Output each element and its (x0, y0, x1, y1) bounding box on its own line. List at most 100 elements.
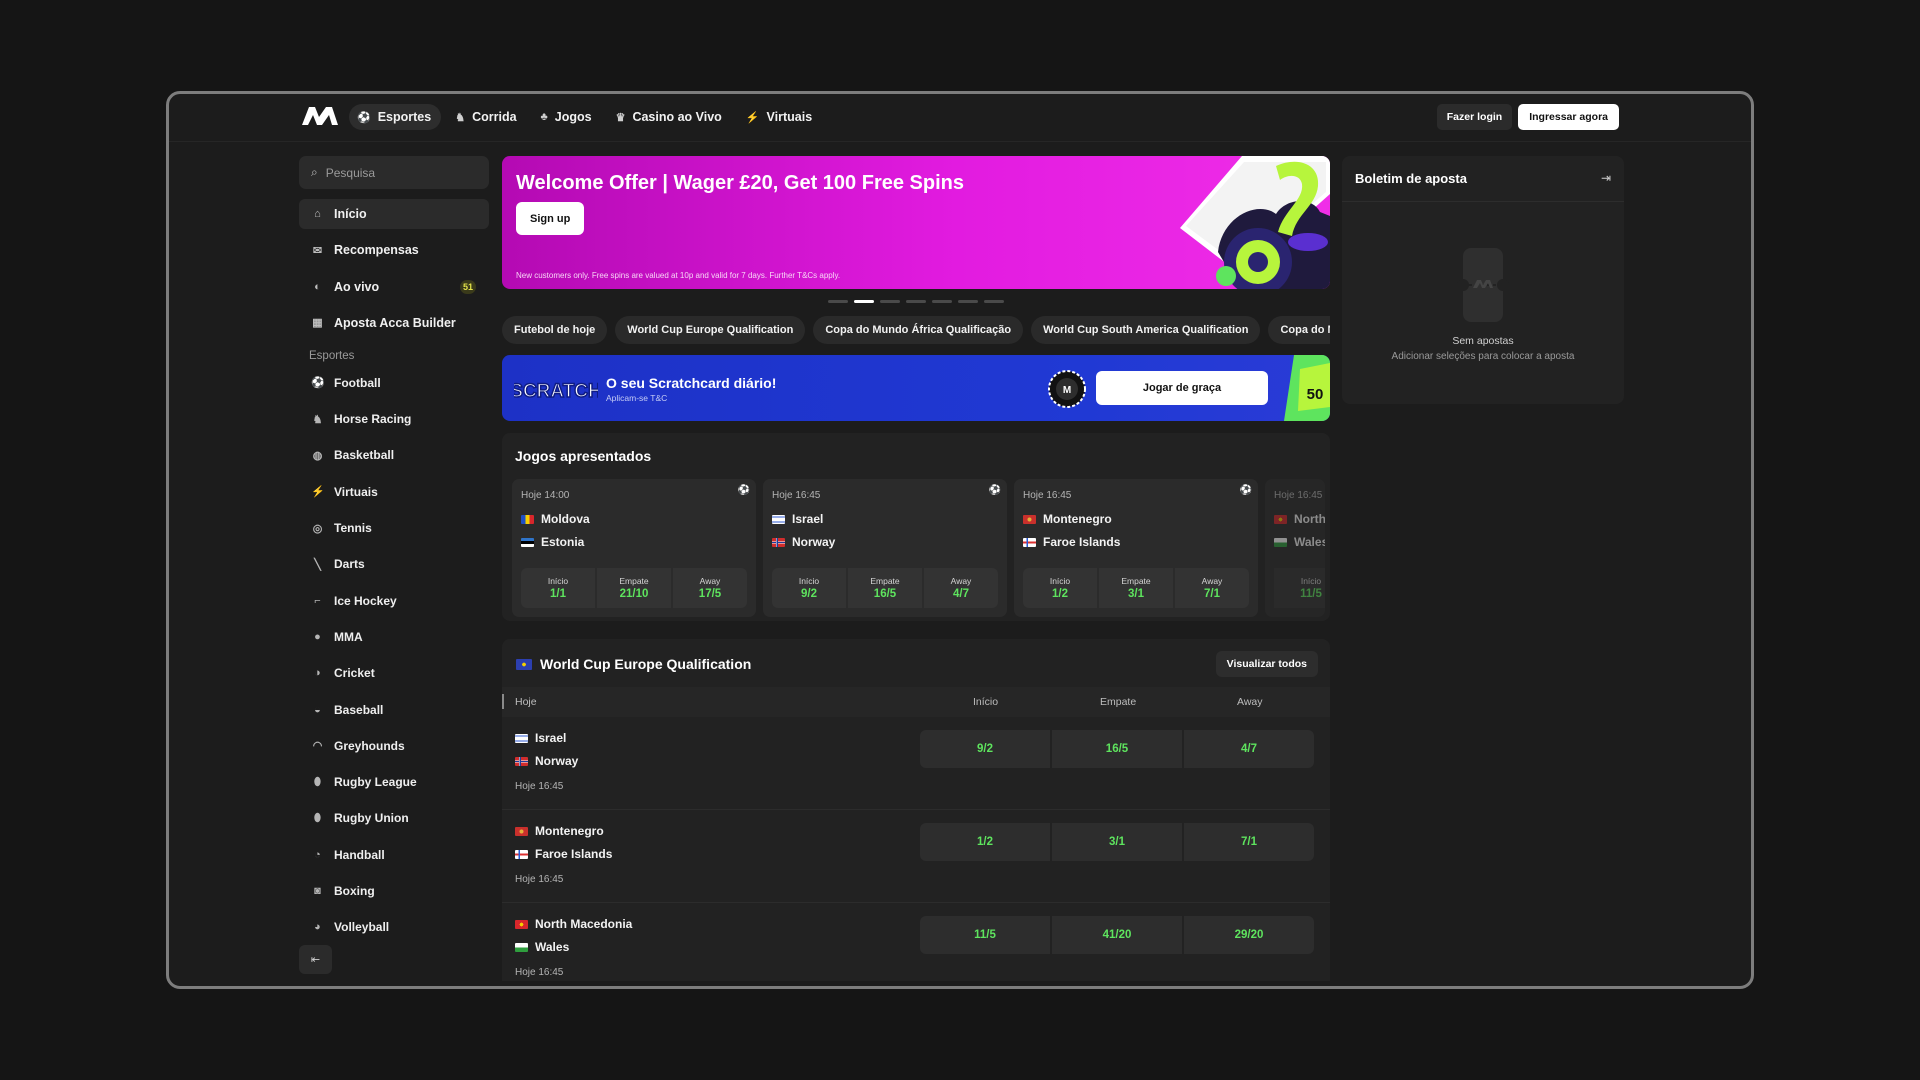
sidebar-item-inicio[interactable]: ⌂ Início (299, 199, 489, 229)
sidebar-item-greyhounds[interactable]: ◠ Greyhounds (299, 731, 489, 761)
odds-away-button[interactable]: 29/20 (1184, 916, 1314, 954)
sidebar-item-rugby-league[interactable]: ⬮ Rugby League (299, 767, 489, 797)
featured-match-card[interactable]: Hoje 16:45 North Macedonia Wales Início 1… (1265, 479, 1325, 617)
team-home: Israel (772, 512, 823, 526)
odds-home-button[interactable]: Início 1/2 (1023, 568, 1097, 608)
login-button[interactable]: Fazer login (1436, 104, 1513, 130)
odds-value: 11/5 (1300, 588, 1322, 600)
scratchcard-banner[interactable]: SCRATCH O seu Scratchcard diário! Aplica… (502, 355, 1330, 421)
odds-away-button[interactable]: Away 4/7 (924, 568, 998, 608)
sidebar-item-football[interactable]: ⚽ Football (299, 368, 489, 398)
sidebar-item-volleyball[interactable]: ◕ Volleyball (299, 912, 489, 942)
table-row[interactable]: Israel Norway Hoje 16:45 9/2 16/5 4/7 (502, 717, 1330, 810)
chip-copa-africa[interactable]: Copa do Mundo África Qualificação (813, 316, 1024, 344)
odds-label: Away (1201, 576, 1223, 586)
virtuals-icon: ⚡ (311, 486, 325, 499)
sidebar-item-rugby-union[interactable]: ⬮ Rugby Union (299, 803, 489, 833)
chip-futebol-de-hoje[interactable]: Futebol de hoje (502, 316, 608, 344)
odds-home-button[interactable]: Início 11/5 (1274, 568, 1325, 608)
sign-up-button[interactable]: Sign up (516, 202, 585, 235)
odds-draw-button[interactable]: Empate 3/1 (1099, 568, 1173, 608)
odds-draw-button[interactable]: 3/1 (1052, 823, 1182, 861)
odds-draw-button[interactable]: 41/20 (1052, 916, 1182, 954)
nav-casino-ao-vivo[interactable]: ♛ Casino ao Vivo (608, 104, 732, 130)
play-free-button[interactable]: Jogar de graça (1096, 371, 1268, 405)
match-time: Hoje 16:45 (772, 490, 821, 501)
odds-home-button[interactable]: 9/2 (920, 730, 1050, 768)
odds-draw-button[interactable]: 16/5 (1052, 730, 1182, 768)
carousel-dot[interactable] (906, 300, 926, 303)
odds-row: Início 11/5 (1274, 568, 1325, 608)
featured-match-card[interactable]: Hoje 16:45 ⚽ Israel Norway Início 9/2 Emp… (763, 479, 1007, 617)
sidebar-item-baseball[interactable]: ◒ Baseball (299, 695, 489, 725)
match-time: Hoje 16:45 (515, 781, 564, 792)
sidebar-item-handball[interactable]: ◔ Handball (299, 840, 489, 870)
chip-copa-do-mundo[interactable]: Copa do Mun (1268, 316, 1330, 344)
view-all-button[interactable]: Visualizar todos (1215, 651, 1318, 677)
nav-jogos[interactable]: ♣ Jogos (533, 104, 602, 130)
search-input[interactable]: ⌕ Pesquisa (299, 156, 489, 189)
nav-esportes[interactable]: ⚽ Esportes (349, 104, 442, 130)
brand-logo[interactable] (301, 106, 339, 126)
sidebar-item-ice-hockey[interactable]: ⌐ Ice Hockey (299, 586, 489, 616)
table-row[interactable]: Montenegro Faroe Islands Hoje 16:45 1/2 … (502, 810, 1330, 903)
carousel-dot[interactable] (828, 300, 848, 303)
team-name: Norway (792, 535, 836, 549)
sidebar-item-mma[interactable]: ● MMA (299, 622, 489, 652)
header-marker (502, 694, 504, 709)
odds-away-button[interactable]: Away 17/5 (673, 568, 747, 608)
featured-match-card[interactable]: Hoje 16:45 ⚽ Montenegro Faroe Islands In… (1014, 479, 1258, 617)
flag-estonia-icon (521, 537, 534, 547)
odds-value: 17/5 (698, 588, 722, 600)
sidebar-item-acca-builder[interactable]: ▦ Aposta Acca Builder (299, 308, 489, 338)
table-row[interactable]: North Macedonia Wales Hoje 16:45 11/5 41… (502, 903, 1330, 981)
featured-match-card[interactable]: Hoje 14:00 ⚽ Moldova Estonia Início 1/1 E… (512, 479, 756, 617)
odds-home-button[interactable]: Início 1/1 (521, 568, 595, 608)
carousel-dot[interactable] (854, 300, 874, 303)
sidebar-item-basketball[interactable]: ◍ Basketball (299, 440, 489, 470)
sidebar-item-ao-vivo[interactable]: ◐ Ao vivo 51 (299, 272, 489, 302)
featured-title: Jogos apresentados (515, 448, 652, 464)
odds-away-button[interactable]: 4/7 (1184, 730, 1314, 768)
odds-draw-button[interactable]: Empate 21/10 (597, 568, 671, 608)
sidebar-item-label: Cricket (334, 666, 375, 681)
sidebar-item-cricket[interactable]: ◑ Cricket (299, 658, 489, 688)
odds-home-button[interactable]: 11/5 (920, 916, 1050, 954)
volleyball-icon: ◕ (314, 921, 321, 934)
odds-home-button[interactable]: Início 9/2 (772, 568, 846, 608)
odds-row: 11/5 41/20 29/20 (920, 916, 1314, 954)
odds-label: Empate (619, 576, 649, 586)
sidebar-item-label: Rugby League (334, 775, 417, 790)
nav-virtuais[interactable]: ⚡ Virtuais (738, 104, 822, 130)
match-time: Hoje 16:45 (515, 874, 564, 885)
collapse-betslip-icon[interactable]: ⇥ (1601, 171, 1611, 185)
sidebar-item-tennis[interactable]: ◎ Tennis (299, 513, 489, 543)
team-name: Israel (535, 731, 567, 745)
sidebar-item-darts[interactable]: ╲ Darts (299, 549, 489, 579)
chip-world-cup-south-america[interactable]: World Cup South America Qualification (1031, 316, 1261, 344)
banner-terms: New customers only. Free spins are value… (516, 271, 841, 280)
odds-away-button[interactable]: 7/1 (1184, 823, 1314, 861)
odds-draw-button[interactable]: Empate 16/5 (848, 568, 922, 608)
odds-row: Início 9/2 Empate 16/5 Away 4/7 (772, 568, 998, 608)
promo-banner[interactable]: Welcome Offer | Wager £20, Get 100 Free … (502, 156, 1330, 289)
sidebar-item-boxing[interactable]: ◙ Boxing (299, 876, 489, 906)
chip-world-cup-europe[interactable]: World Cup Europe Qualification (615, 316, 806, 344)
sidebar-item-horse-racing[interactable]: ♞ Horse Racing (299, 404, 489, 434)
sidebar-item-virtuais[interactable]: ⚡ Virtuais (299, 477, 489, 507)
carousel-dot[interactable] (984, 300, 1004, 303)
odds-home-button[interactable]: 1/2 (920, 823, 1050, 861)
carousel-dot[interactable] (958, 300, 978, 303)
odds-away-button[interactable]: Away 7/1 (1175, 568, 1249, 608)
flag-israel-icon (772, 514, 785, 524)
carousel-dot[interactable] (932, 300, 952, 303)
collapse-sidebar-button[interactable]: ⇤ (299, 945, 332, 974)
column-away-label: Away (1237, 696, 1263, 708)
basketball-icon: ◍ (312, 449, 323, 462)
scratch-ticket-text: 50 (1307, 386, 1324, 403)
nav-corrida[interactable]: ♞ Corrida (447, 104, 526, 130)
join-now-button[interactable]: Ingressar agora (1518, 104, 1619, 130)
team-home: North Macedonia (515, 917, 632, 931)
carousel-dot[interactable] (880, 300, 900, 303)
sidebar-item-recompensas[interactable]: ✉ Recompensas (299, 235, 489, 265)
